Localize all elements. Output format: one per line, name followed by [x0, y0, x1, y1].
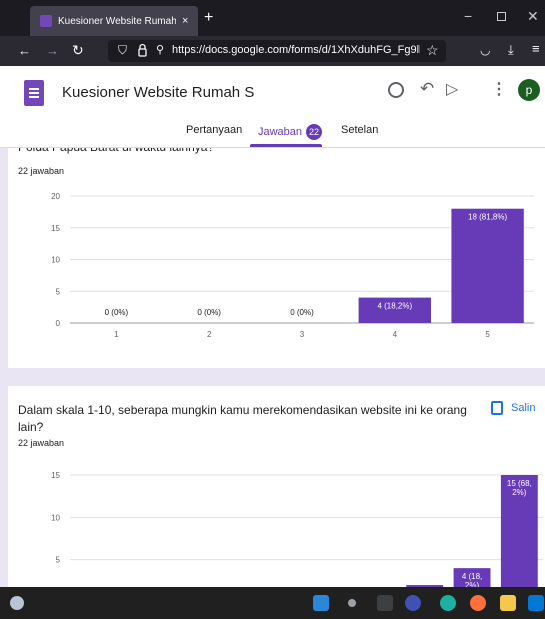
forms-header: Kuesioner Website Rumah Sakit ↶ ▷ ⋮ p Pe…: [0, 66, 545, 148]
windows-start-icon[interactable]: [313, 595, 329, 611]
undo-icon[interactable]: ↶: [420, 79, 434, 99]
question-2-text: Dalam skala 1-10, seberapa mungkin kamu …: [18, 403, 467, 434]
copy-label: Salin: [511, 402, 536, 414]
url-text[interactable]: https://docs.google.com/forms/d/1XhXduhF…: [172, 44, 420, 56]
browser-tab-title: Kuesioner Website Rumah Sakit: [58, 15, 176, 27]
browser-navbar: ← → ↻ ⛉ ⚲ https://docs.google.com/forms/…: [0, 36, 545, 66]
new-tab-button[interactable]: +: [204, 9, 213, 27]
permissions-icon[interactable]: ⚲: [156, 43, 164, 56]
chart-1-xtick-label: 3: [300, 330, 305, 339]
tab-responses-label: Jawaban: [258, 125, 303, 138]
file-explorer-icon[interactable]: [500, 595, 516, 611]
forms-favicon-icon: [40, 15, 52, 27]
weather-icon[interactable]: [10, 596, 24, 610]
chart-1-ytick-label: 20: [51, 192, 60, 201]
bar-chart-1: 0 5 10 15 20 0 (0%) 1 0 (0%) 2 0 (0%) 3 4 (18,2%) 4 1…: [51, 192, 534, 339]
question-1-text: Polda Papua Barat di waktu lainnya?: [18, 148, 528, 156]
chart-1-data-label: 0 (0%): [290, 308, 314, 317]
shield-icon[interactable]: ⛉: [118, 43, 127, 58]
task-view-icon[interactable]: [377, 595, 393, 611]
avatar[interactable]: p: [518, 79, 540, 101]
responses-count-badge: 22: [306, 124, 323, 140]
chart-2-ytick-label: 15: [51, 471, 60, 480]
question-1-response-count: 22 jawaban: [18, 166, 65, 176]
firefox-icon[interactable]: [470, 595, 486, 611]
copy-icon: [491, 401, 503, 415]
close-window-icon[interactable]: ✕: [527, 8, 539, 25]
chart-1-ytick-label: 5: [56, 287, 61, 296]
bookmark-star-icon[interactable]: ☆: [426, 42, 439, 59]
chart-1-data-label: 0 (0%): [197, 308, 221, 317]
chart-1-xtick-label: 2: [207, 330, 212, 339]
meet-icon[interactable]: [405, 595, 421, 611]
tab-close-icon[interactable]: ×: [182, 15, 188, 27]
palette-icon[interactable]: [388, 82, 404, 98]
form-title[interactable]: Kuesioner Website Rumah Sakit: [62, 84, 254, 101]
download-icon[interactable]: ⤓: [508, 42, 514, 58]
back-arrow-icon[interactable]: ←: [18, 43, 31, 58]
chart-1-ytick-label: 0: [56, 319, 61, 328]
store-icon[interactable]: [528, 595, 544, 611]
forward-arrow-icon[interactable]: →: [46, 43, 59, 58]
copy-chart-button[interactable]: Salin: [491, 401, 535, 415]
forms-logo-icon[interactable]: [24, 80, 44, 106]
edge-icon[interactable]: [440, 595, 456, 611]
tab-questions[interactable]: Pertanyaan: [186, 124, 242, 136]
browser-tab-strip: Kuesioner Website Rumah Sakit × + − ✕: [0, 0, 545, 36]
lock-icon[interactable]: [138, 43, 147, 57]
search-icon[interactable]: [348, 599, 356, 607]
chart-2-ytick-label: 5: [56, 556, 61, 565]
question-card-2: Dalam skala 1-10, seberapa mungkin kamu …: [8, 386, 545, 587]
send-icon[interactable]: ▷: [446, 79, 458, 99]
form-tabs: Pertanyaan Jawaban 22 Setelan: [0, 121, 545, 148]
chart-1-ytick-label: 15: [51, 224, 60, 233]
chart-1-xtick-label: 1: [114, 330, 119, 339]
chart-1-data-label: 4 (18,2%): [377, 302, 412, 311]
tab-settings[interactable]: Setelan: [341, 124, 378, 136]
chart-1-data-label: 0 (0%): [105, 308, 129, 317]
address-bar[interactable]: ⛉ ⚲ https://docs.google.com/forms/d/1XhX…: [108, 40, 446, 62]
reload-icon[interactable]: ↻: [72, 42, 84, 59]
browser-tab[interactable]: Kuesioner Website Rumah Sakit ×: [30, 6, 198, 36]
chart-1-ytick-label: 10: [51, 256, 60, 265]
tab-responses[interactable]: Jawaban 22: [258, 124, 323, 140]
chart-1-data-label: 18 (81,8%): [468, 213, 507, 222]
maximize-icon[interactable]: [497, 12, 506, 21]
chart-1-xtick-label: 4: [393, 330, 398, 339]
hamburger-menu-icon[interactable]: ≡: [532, 41, 540, 56]
bar-chart-2: 510150 (0%)0 (0%)0 (0%)0 (0%)0 (0%)0 (0%…: [51, 471, 543, 587]
chart-1-bar: [451, 208, 524, 323]
chart-2-ytick-label: 10: [51, 513, 60, 522]
os-taskbar: [0, 587, 545, 619]
active-tab-indicator: [250, 144, 322, 147]
pocket-icon[interactable]: ◡: [480, 43, 490, 57]
more-vert-icon[interactable]: ⋮: [491, 79, 507, 99]
minimize-icon[interactable]: −: [464, 8, 472, 24]
question-card-1: Polda Papua Barat di waktu lainnya? 22 j…: [8, 148, 545, 368]
chart-1-xtick-label: 5: [485, 330, 490, 339]
question-2-response-count: 22 jawaban: [18, 438, 65, 448]
screen: Kuesioner Website Rumah Sakit × + − ✕ ← …: [0, 0, 545, 619]
